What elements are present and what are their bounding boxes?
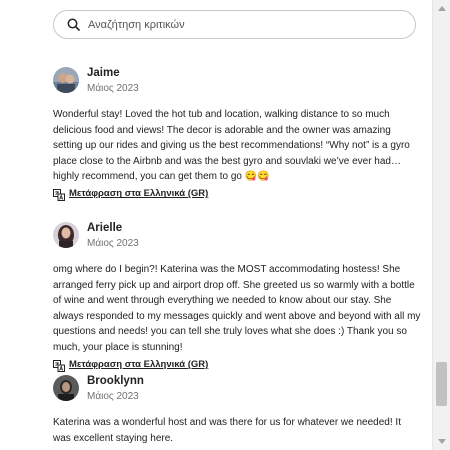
review-header: Brooklynn Μάιος 2023 [53, 374, 423, 402]
reviewer-name[interactable]: Arielle [87, 221, 139, 235]
avatar[interactable] [53, 375, 79, 401]
translate-row: Μετάφραση στα Ελληνικά (GR) [53, 187, 423, 201]
search-input[interactable] [88, 18, 415, 31]
translate-link[interactable]: Μετάφραση στα Ελληνικά (GR) [69, 188, 208, 199]
translate-icon [53, 188, 65, 201]
avatar[interactable] [53, 67, 79, 93]
search-box[interactable] [53, 10, 416, 39]
translate-link[interactable]: Μετάφραση στα Ελληνικά (GR) [69, 359, 208, 370]
review-text: Katerina was a wonderful host and was th… [53, 417, 401, 444]
review-header: Arielle Μάιος 2023 [53, 221, 423, 249]
review-text: omg where do I begin?! Katerina was the … [53, 264, 421, 353]
scroll-down-arrow[interactable] [438, 439, 446, 444]
search-icon [66, 18, 80, 32]
reviewer-name[interactable]: Brooklynn [87, 374, 144, 388]
scrollbar-thumb[interactable] [436, 362, 447, 406]
scrollbar[interactable] [432, 0, 450, 450]
reviews-panel: Jaime Μάιος 2023 Wonderful stay! Loved t… [0, 0, 432, 450]
review-date: Μάιος 2023 [87, 237, 139, 249]
review-item: Arielle Μάιος 2023 omg where do I begin?… [53, 221, 423, 372]
scroll-up-arrow[interactable] [438, 6, 446, 11]
review-date: Μάιος 2023 [87, 390, 139, 402]
translate-icon [53, 359, 65, 372]
review-text: Wonderful stay! Loved the hot tub and lo… [53, 109, 410, 183]
review-header: Jaime Μάιος 2023 [53, 66, 423, 94]
review-item: Brooklynn Μάιος 2023 Katerina was a wond… [53, 374, 423, 446]
review-item: Jaime Μάιος 2023 Wonderful stay! Loved t… [53, 66, 423, 201]
reviewer-name[interactable]: Jaime [87, 66, 139, 80]
translate-row: Μετάφραση στα Ελληνικά (GR) [53, 358, 423, 372]
review-date: Μάιος 2023 [87, 82, 139, 94]
avatar[interactable] [53, 222, 79, 248]
